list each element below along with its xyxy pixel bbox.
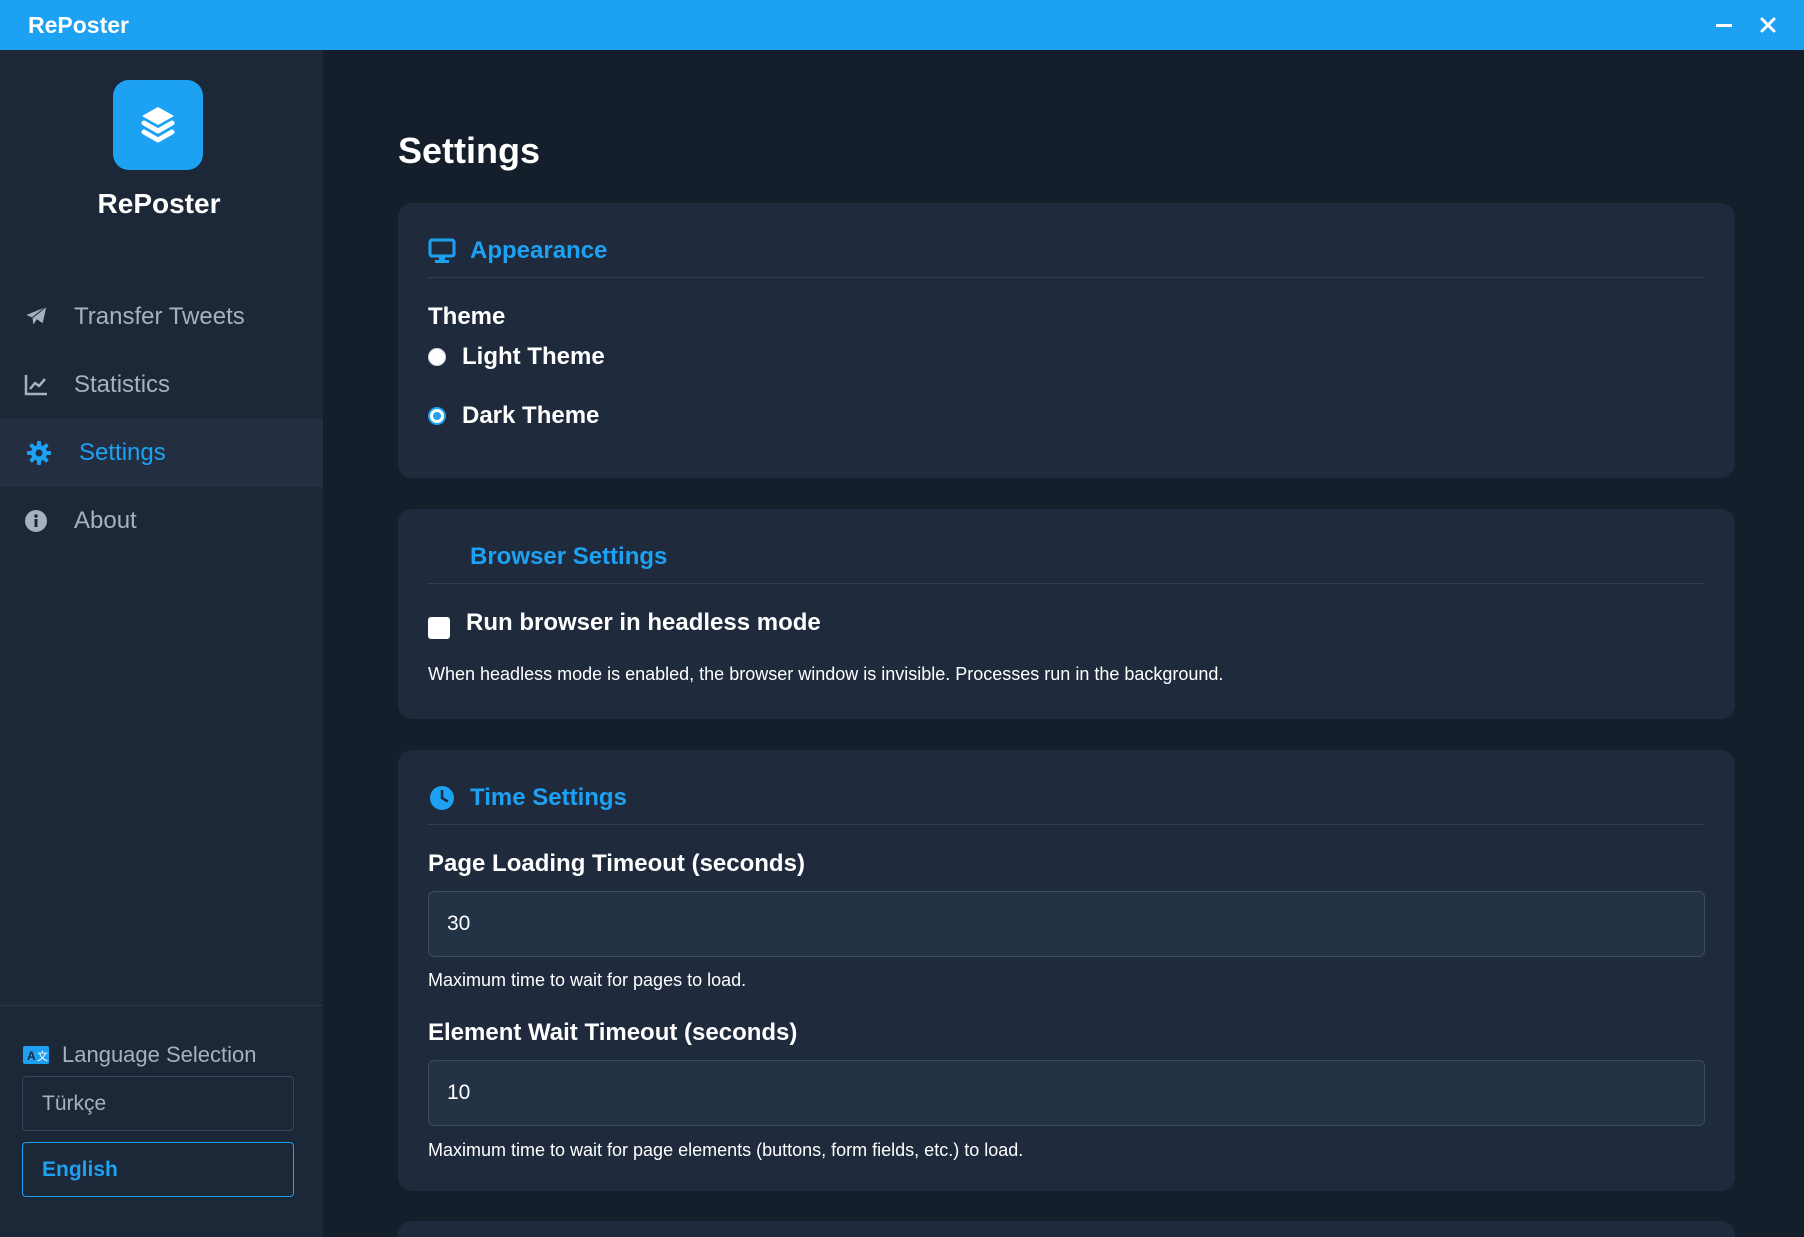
sidebar-item-label: Settings [79,439,166,466]
language-header: A文 Language Selection [22,1042,257,1068]
window-title: RePoster [28,11,129,38]
browser-settings-header: Browser Settings [428,509,1705,584]
window-controls [1702,3,1790,47]
appearance-title: Appearance [470,237,608,264]
monitor-icon [428,237,456,265]
gear-icon [25,439,53,467]
paper-plane-icon [22,303,50,331]
language-section: A文 Language Selection Türkçe English [0,1005,323,1237]
app-logo [113,80,203,170]
appearance-header: Appearance [428,203,1705,278]
page-timeout-help: Maximum time to wait for pages to load. [428,970,747,990]
sidebar-item-settings[interactable]: Settings [0,419,323,487]
info-icon [22,507,50,535]
language-icon: A文 [22,1045,50,1065]
sidebar-item-statistics[interactable]: Statistics [0,351,323,419]
dark-theme-label: Dark Theme [462,402,600,429]
page-title: Settings [398,130,541,171]
browser-settings-card: Browser Settings Run browser in headless… [398,509,1735,719]
line-chart-icon [22,371,50,399]
language-option-turkish[interactable]: Türkçe [22,1076,294,1131]
sidebar-item-about[interactable]: About [0,487,323,555]
minimize-icon [1716,24,1732,27]
headless-mode-label[interactable]: Run browser in headless mode [466,609,821,637]
sidebar-item-label: About [74,507,137,534]
close-button[interactable] [1746,3,1790,47]
layers-icon [141,107,175,143]
sidebar-nav: Transfer Tweets Statistics Settings Abou… [0,283,323,555]
main-content: Settings Appearance Theme Light Theme Da… [323,50,1804,1237]
time-settings-card: Time Settings Page Loading Timeout (seco… [398,750,1735,1191]
element-timeout-help: Maximum time to wait for page elements (… [428,1140,1024,1160]
appearance-card: Appearance Theme Light Theme Dark Theme [398,203,1735,478]
language-option-english[interactable]: English [22,1142,294,1197]
time-settings-title: Time Settings [470,784,627,811]
clock-icon [428,784,456,812]
light-theme-option[interactable]: Light Theme [428,343,605,371]
next-settings-card [398,1221,1735,1237]
language-header-label: Language Selection [62,1042,257,1067]
close-icon [1760,17,1776,33]
brand-name: RePoster [97,188,221,219]
sidebar-item-label: Transfer Tweets [74,303,245,330]
sidebar-item-transfer-tweets[interactable]: Transfer Tweets [0,283,323,351]
light-theme-radio[interactable] [428,348,446,366]
title-bar: RePoster [0,0,1804,50]
page-timeout-label: Page Loading Timeout (seconds) [428,850,805,877]
sidebar: RePoster Transfer Tweets Statistics Sett… [0,50,323,1237]
dark-theme-option[interactable]: Dark Theme [428,402,599,430]
element-timeout-input[interactable] [428,1060,1705,1126]
element-timeout-label: Element Wait Timeout (seconds) [428,1019,798,1046]
browser-settings-title: Browser Settings [470,543,668,570]
svg-text:文: 文 [37,1049,48,1063]
dark-theme-radio[interactable] [428,407,446,425]
headless-mode-help: When headless mode is enabled, the brows… [428,664,1224,684]
time-settings-header: Time Settings [428,750,1705,825]
theme-label: Theme [428,303,506,330]
svg-text:A: A [27,1049,36,1063]
minimize-button[interactable] [1702,3,1746,47]
sidebar-item-label: Statistics [74,371,171,398]
headless-mode-checkbox[interactable] [428,617,450,639]
light-theme-label: Light Theme [462,343,605,370]
page-timeout-input[interactable] [428,891,1705,957]
